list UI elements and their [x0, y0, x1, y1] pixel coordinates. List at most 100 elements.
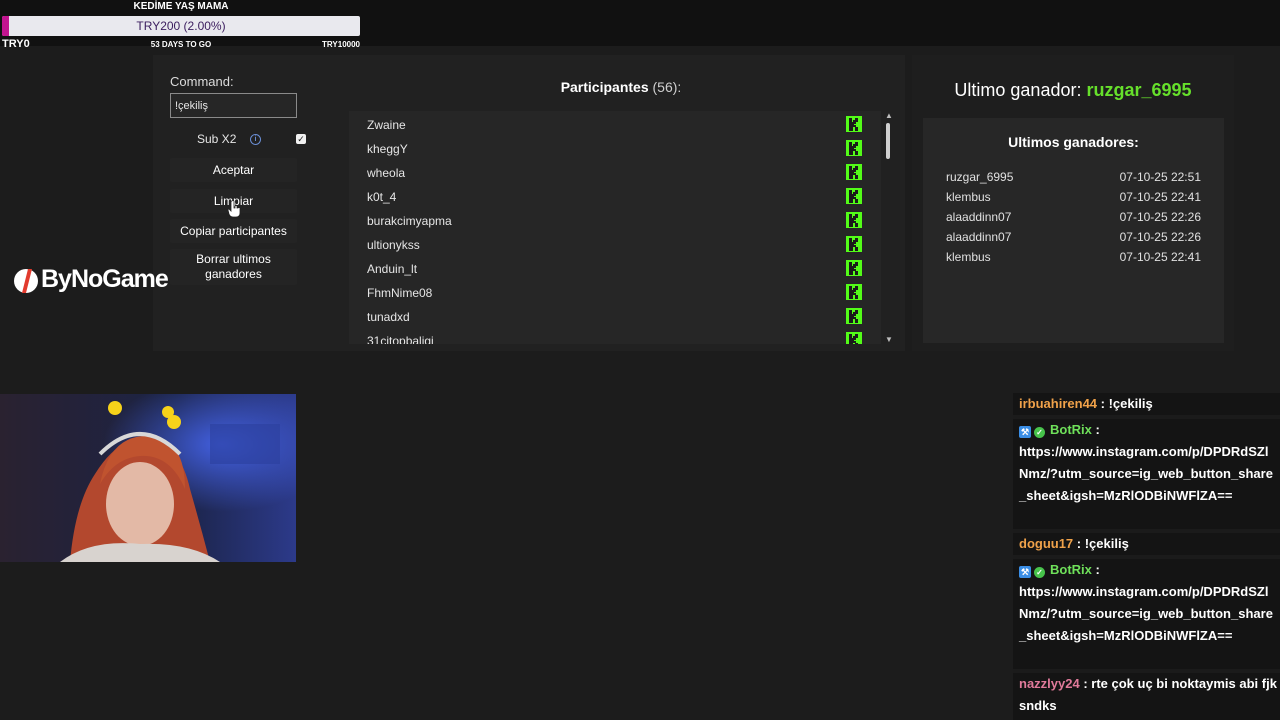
chat-username[interactable]: irbuahiren44	[1019, 396, 1097, 411]
winner-row: alaaddinn07 07-10-25 22:26	[946, 230, 1201, 250]
last-winner-name: ruzgar_6995	[1086, 80, 1192, 100]
goal-target-label: TRY10000	[322, 40, 360, 49]
goal-title: KEDİME YAŞ MAMA	[133, 1, 229, 12]
participant-row[interactable]: FhmNime08	[349, 280, 881, 304]
winner-row-date: 07-10-25 22:26	[1119, 210, 1201, 224]
info-icon[interactable]: i	[250, 134, 261, 145]
sub-x2-checkbox[interactable]: ✓	[296, 134, 306, 144]
winner-row: ruzgar_6995 07-10-25 22:51	[946, 170, 1201, 190]
chat-username[interactable]: BotRix	[1050, 562, 1092, 577]
sub-x2-option: Sub X2 i ✓	[170, 131, 307, 149]
chat-text[interactable]: https://www.instagram.com/p/DPDRdSZlNmz/…	[1019, 441, 1280, 507]
goal-progress-text: TRY200 (2.00%)	[136, 19, 226, 33]
chat-message: ⚒ ✓ BotRix : https://www.instagram.com/p/D…	[1013, 419, 1280, 529]
chat-message: ⚒ ✓ BotRix : https://www.instagram.com/p/D…	[1013, 559, 1280, 669]
winner-row-name: klembus	[946, 250, 991, 264]
command-input[interactable]	[170, 93, 297, 118]
moderator-badge-icon: ⚒	[1019, 566, 1031, 578]
participant-row[interactable]: Zwaine	[349, 112, 881, 136]
winner-row-name: alaaddinn07	[946, 230, 1012, 244]
chat-username[interactable]: nazzlyy24	[1019, 676, 1080, 691]
winner-row-name: alaaddinn07	[946, 210, 1012, 224]
kick-icon	[846, 164, 862, 180]
kick-icon	[846, 332, 862, 344]
chat-text: : !çekiliş	[1097, 396, 1153, 411]
last-winners-title: Ultimos ganadores:	[1008, 134, 1139, 150]
kick-icon	[846, 212, 862, 228]
last-winner-heading: Ultimo ganador: ruzgar_6995	[912, 80, 1234, 101]
chat-colon: :	[1091, 422, 1100, 437]
participant-name: FhmNime08	[367, 286, 433, 300]
chat-message: nazzlyy24 : rte çok uç bi noktaymis abi …	[1013, 673, 1280, 720]
chat-panel: irbuahiren44 : !çekiliş ⚒ ✓ BotRix : https…	[1013, 393, 1280, 720]
kick-icon	[846, 308, 862, 324]
moderator-badge-icon: ⚒	[1019, 426, 1031, 438]
participant-name: 31citopbaligi	[367, 334, 434, 344]
copy-participants-button[interactable]: Copiar participantes	[170, 219, 297, 243]
kick-icon	[846, 236, 862, 252]
kick-icon	[846, 116, 862, 132]
chat-text: : !çekiliş	[1073, 536, 1129, 551]
webcam-feed	[0, 394, 296, 562]
participant-row[interactable]: Anduin_lt	[349, 256, 881, 280]
winner-row: klembus 07-10-25 22:41	[946, 250, 1201, 270]
participants-count: (56):	[652, 79, 682, 95]
participant-row[interactable]: k0t_4	[349, 184, 881, 208]
participant-name: tunadxd	[367, 310, 410, 324]
command-label: Command:	[170, 74, 234, 89]
chat-message: doguu17 : !çekiliş	[1013, 533, 1280, 555]
participants-list[interactable]: Zwaine kheggY wheola k0t_4 burakcimyapma…	[349, 111, 881, 344]
participant-row[interactable]: tunadxd	[349, 304, 881, 328]
delete-winners-label-line2: ganadores	[205, 267, 262, 281]
bynogame-logo-icon	[14, 269, 38, 293]
last-winner-label: Ultimo ganador:	[954, 80, 1082, 100]
winner-row: klembus 07-10-25 22:41	[946, 190, 1201, 210]
scroll-up-icon[interactable]: ▲	[885, 111, 893, 120]
last-winners-list: Ultimos ganadores: ruzgar_6995 07-10-25 …	[923, 118, 1224, 343]
kick-icon	[846, 284, 862, 300]
scroll-down-icon[interactable]: ▼	[885, 335, 893, 344]
chat-username[interactable]: doguu17	[1019, 536, 1073, 551]
hand-cursor-icon	[227, 200, 241, 218]
participant-row[interactable]: burakcimyapma	[349, 208, 881, 232]
bynogame-logo-text: ByNoGame	[41, 265, 169, 293]
participants-scrollbar[interactable]: ▲ ▼	[882, 111, 894, 344]
kick-icon	[846, 260, 862, 276]
participant-name: Anduin_lt	[367, 262, 418, 276]
winner-row-name: ruzgar_6995	[946, 170, 1014, 184]
goal-days-label: 53 DAYS TO GO	[150, 40, 212, 49]
donation-goal-widget: KEDİME YAŞ MAMA TRY200 (2.00%) TRY0 53 D…	[0, 0, 362, 50]
winner-row-date: 07-10-25 22:26	[1119, 230, 1201, 244]
kick-icon	[846, 140, 862, 156]
chat-text[interactable]: https://www.instagram.com/p/DPDRdSZlNmz/…	[1019, 581, 1280, 647]
participant-name: kheggY	[367, 142, 408, 156]
scrollbar-thumb[interactable]	[886, 123, 890, 159]
participant-name: k0t_4	[367, 190, 397, 204]
verified-badge-icon: ✓	[1034, 567, 1045, 578]
winner-row-name: klembus	[946, 190, 991, 204]
participant-name: wheola	[367, 166, 406, 180]
participants-title: Participantes	[560, 79, 649, 95]
goal-footer: TRY0 53 DAYS TO GO TRY10000	[0, 38, 362, 50]
delete-winners-label-line1: Borrar ultimos	[196, 252, 271, 266]
participant-row[interactable]: 31citopbaligi	[349, 328, 881, 344]
verified-badge-icon: ✓	[1034, 427, 1045, 438]
participant-name: burakcimyapma	[367, 214, 452, 228]
bynogame-logo: ByNoGame	[13, 264, 183, 298]
chat-username[interactable]: BotRix	[1050, 422, 1092, 437]
participant-name: ultionykss	[367, 238, 420, 252]
winner-row: alaaddinn07 07-10-25 22:26	[946, 210, 1201, 230]
webcam-image	[0, 394, 296, 562]
accept-button[interactable]: Aceptar	[170, 158, 297, 182]
participant-row[interactable]: wheola	[349, 160, 881, 184]
kick-icon	[846, 188, 862, 204]
winner-row-date: 07-10-25 22:41	[1119, 190, 1201, 204]
participant-row[interactable]: kheggY	[349, 136, 881, 160]
winner-row-date: 07-10-25 22:41	[1119, 250, 1201, 264]
winner-row-date: 07-10-25 22:51	[1119, 170, 1201, 184]
sub-x2-label: Sub X2	[197, 132, 237, 146]
participant-name: Zwaine	[367, 118, 406, 132]
participant-row[interactable]: ultionykss	[349, 232, 881, 256]
delete-winners-button[interactable]: Borrar ultimos ganadores	[170, 249, 297, 285]
goal-progress-bar: TRY200 (2.00%)	[2, 16, 360, 36]
